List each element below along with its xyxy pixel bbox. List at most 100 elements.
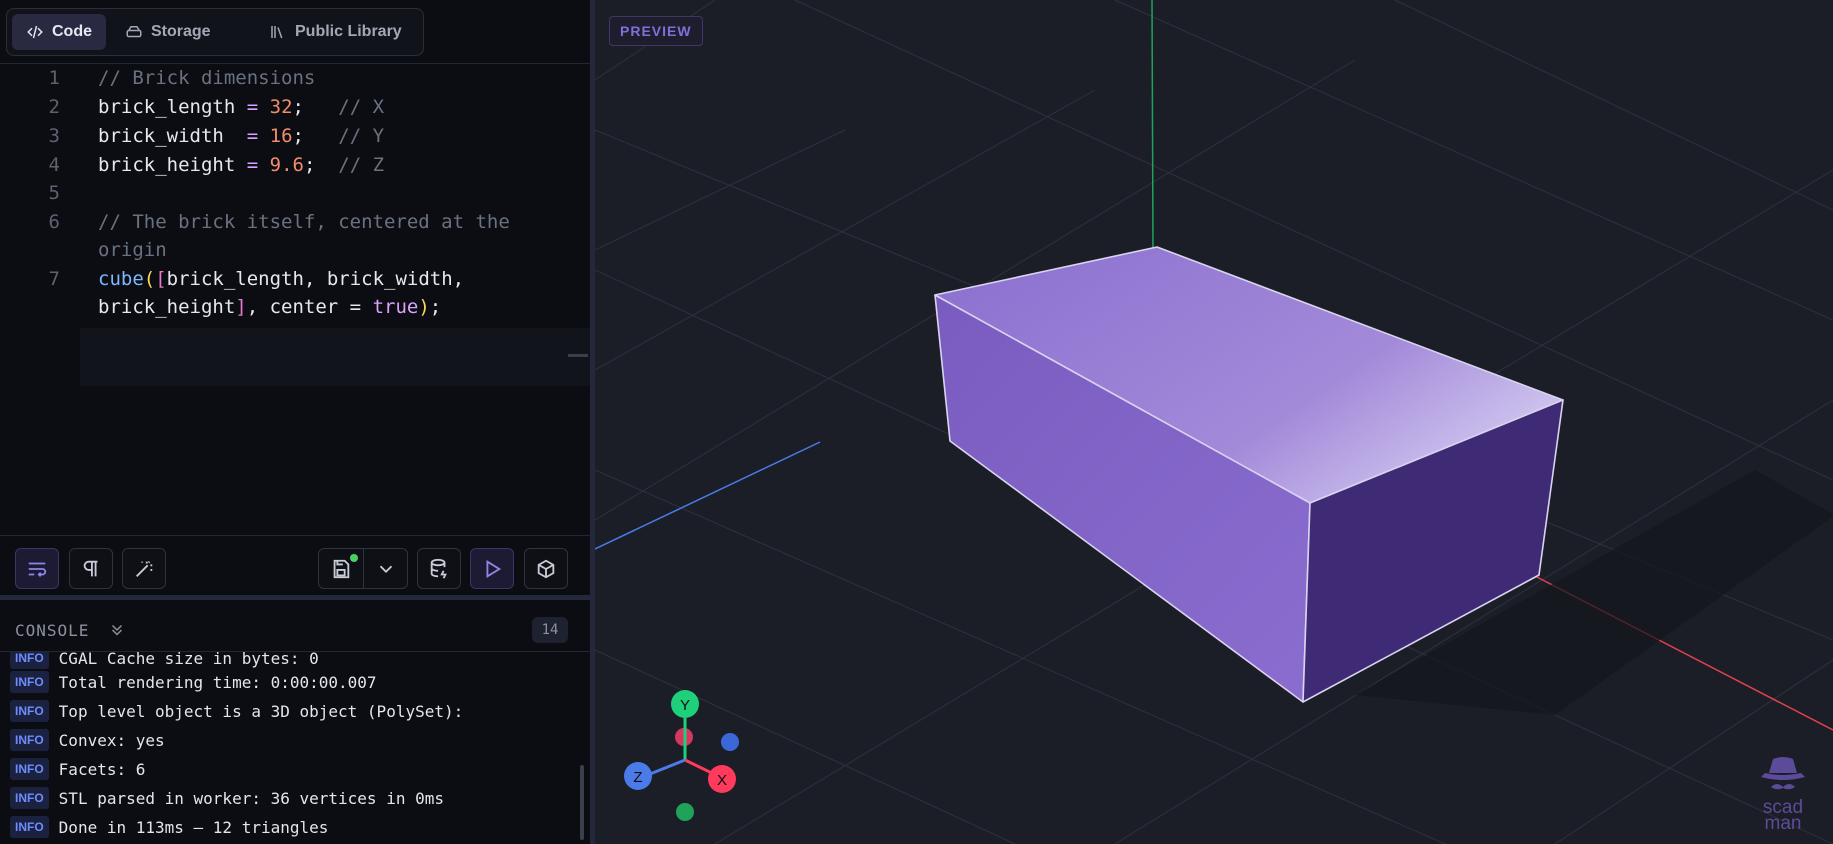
- log-level-badge: INFO: [10, 816, 49, 838]
- magic-wand-icon: [136, 560, 153, 577]
- render-3d-button[interactable]: [524, 548, 568, 589]
- active-line-highlight: [80, 328, 590, 386]
- log-row: INFO Top level object is a 3D object (Pol…: [10, 699, 463, 723]
- tab-public-library-label: Public Library: [295, 23, 402, 40]
- console-scrollbar[interactable]: [580, 765, 584, 840]
- line-number: 2: [48, 96, 60, 118]
- gizmo-neg-z[interactable]: [721, 733, 739, 751]
- log-message: Total rendering time: 0:00:00.007: [58, 672, 377, 692]
- code-token: brick_length: [98, 96, 236, 118]
- line-number: 1: [48, 67, 60, 89]
- code-token: brick_width: [98, 125, 224, 147]
- log-level-badge: INFO: [10, 787, 49, 809]
- scene-canvas[interactable]: Y X Z: [595, 0, 1833, 844]
- logo-text-line2: man: [1764, 813, 1802, 834]
- database-button[interactable]: [417, 548, 461, 589]
- log-message: Facets: 6: [58, 759, 146, 779]
- log-row: INFO Convex: yes: [10, 728, 165, 752]
- 3d-viewport[interactable]: Y X Z PREVIEW scad man: [595, 0, 1833, 844]
- line-number: 5: [48, 182, 60, 204]
- log-message: CGAL Cache size in bytes: 0: [58, 652, 319, 668]
- app-root: Code Storage Public Library 1 2 3 4 5 6: [0, 0, 1833, 844]
- save-icon: [333, 559, 350, 578]
- log-row: INFO Facets: 6: [10, 757, 145, 781]
- gizmo-y-label: Y: [680, 697, 690, 714]
- code-token: cube: [98, 268, 144, 290]
- editor-toolbar: [0, 535, 590, 600]
- code-token: 32: [269, 96, 293, 118]
- wrap-lines-icon: [28, 562, 47, 577]
- tab-storage-label: Storage: [151, 23, 211, 40]
- code-line-3: brick_width = 16; // Y: [98, 125, 385, 147]
- code-line-6-wrap: origin: [98, 239, 167, 261]
- console-header[interactable]: CONSOLE: [0, 610, 590, 652]
- log-row: INFO Done in 113ms — 12 triangles: [10, 815, 328, 839]
- console-count-badge: 14: [532, 617, 568, 643]
- chevrons-down-icon[interactable]: [108, 621, 126, 639]
- left-panel: Code Storage Public Library 1 2 3 4 5 6: [0, 0, 590, 844]
- log-level-badge: INFO: [10, 700, 49, 722]
- console-title: CONSOLE: [15, 621, 90, 640]
- log-row: INFO CGAL Cache size in bytes: 0: [10, 652, 319, 670]
- code-token: , center =: [246, 296, 373, 318]
- scadman-logo: scad man: [1748, 755, 1818, 840]
- preview-badge[interactable]: PREVIEW: [609, 16, 703, 46]
- editor-scroll-marker: [568, 354, 588, 357]
- line-number: 3: [48, 125, 60, 147]
- line-number: 6: [48, 211, 60, 233]
- unsaved-indicator: [350, 554, 358, 562]
- code-line-4: brick_height = 9.6; // Z: [98, 154, 385, 176]
- axis-gizmo[interactable]: Y X Z: [624, 690, 739, 821]
- gizmo-x-label: X: [717, 772, 727, 789]
- code-token: brick_height: [98, 296, 236, 318]
- console-log[interactable]: INFO CGAL Cache size in bytes: 0 INFO Tota…: [0, 652, 590, 844]
- code-token: 9.6: [269, 154, 304, 176]
- log-level-badge: INFO: [10, 729, 49, 751]
- wrap-lines-button[interactable]: [15, 548, 59, 589]
- code-editor[interactable]: 1 2 3 4 5 6 7 // Brick dimensions brick_…: [0, 65, 590, 533]
- code-icon: [27, 25, 43, 39]
- code-token: // Y: [338, 125, 385, 147]
- code-line-7-wrap: brick_height], center = true);: [98, 296, 442, 318]
- log-level-badge: INFO: [10, 671, 49, 693]
- code-line-7: cube([brick_length, brick_width,: [98, 268, 465, 290]
- y-axis-line: [1151, 0, 1154, 249]
- code-token: true: [372, 296, 419, 318]
- paragraph-button[interactable]: [69, 548, 113, 589]
- hat-mustache-icon: [1761, 757, 1805, 790]
- log-row: INFO Total rendering time: 0:00:00.007: [10, 670, 377, 694]
- storage-icon: [126, 26, 142, 38]
- log-message: Convex: yes: [58, 730, 165, 750]
- line-number: 4: [48, 154, 60, 176]
- z-axis-line: [595, 441, 821, 550]
- code-token: // X: [338, 96, 385, 118]
- tab-storage[interactable]: Storage: [111, 14, 225, 50]
- tab-bar: Code Storage Public Library: [6, 8, 424, 56]
- code-token: brick_height: [98, 154, 236, 176]
- cube-icon: [537, 559, 555, 578]
- library-icon: [271, 26, 283, 39]
- play-icon: [486, 559, 502, 578]
- log-message: Done in 113ms — 12 triangles: [58, 817, 329, 837]
- save-options-button[interactable]: [363, 548, 408, 589]
- code-token: 16: [269, 125, 293, 147]
- log-level-badge: INFO: [10, 652, 49, 669]
- log-level-badge: INFO: [10, 758, 49, 780]
- tab-code[interactable]: Code: [12, 14, 106, 50]
- line-number: 7: [48, 268, 60, 290]
- database-icon: [430, 558, 447, 579]
- gizmo-z-label: Z: [633, 769, 642, 786]
- tab-public-library[interactable]: Public Library: [255, 14, 416, 50]
- code-token: brick_length, brick_width,: [166, 268, 465, 290]
- log-message: STL parsed in worker: 36 vertices in 0ms: [58, 788, 444, 808]
- save-button[interactable]: [318, 548, 364, 589]
- gizmo-neg-y[interactable]: [676, 803, 694, 821]
- magic-wand-button[interactable]: [122, 548, 166, 589]
- run-button[interactable]: [470, 548, 514, 589]
- paragraph-icon: [83, 560, 98, 576]
- code-line-1: // Brick dimensions: [98, 67, 316, 89]
- log-row: INFO STL parsed in worker: 36 vertices in…: [10, 786, 444, 810]
- top-bar: Code Storage Public Library: [0, 0, 590, 64]
- code-line-2: brick_length = 32; // X: [98, 96, 385, 118]
- tab-code-label: Code: [52, 23, 92, 40]
